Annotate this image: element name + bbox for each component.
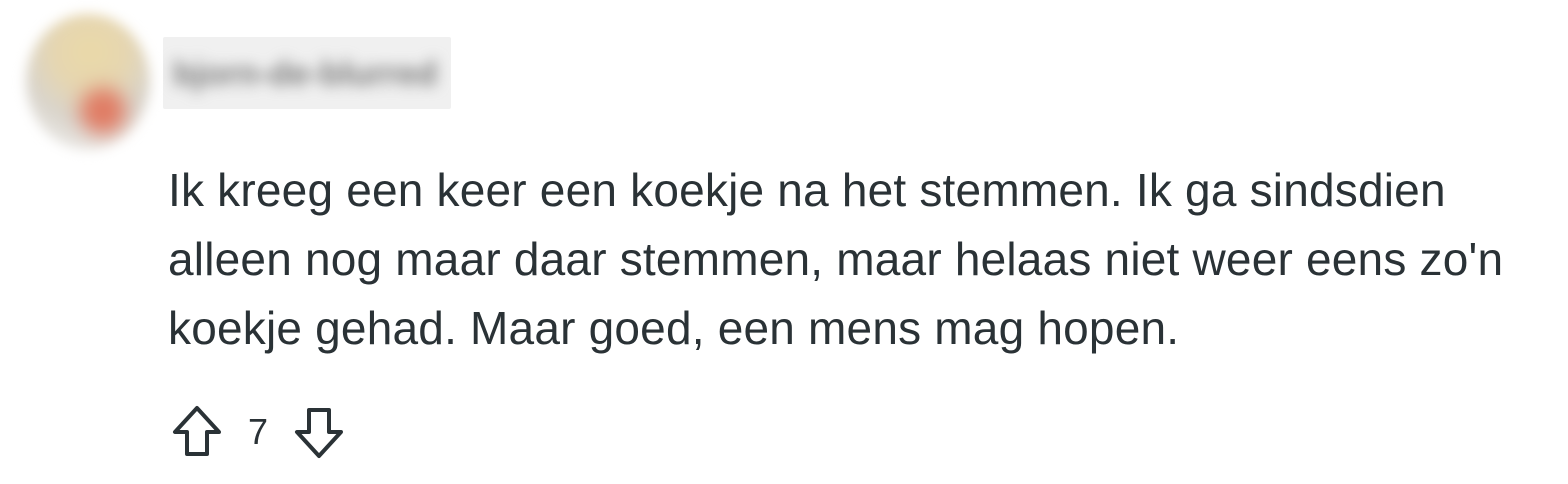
downvote-button[interactable] [290, 400, 348, 464]
comment: bjorn-de-blurred Ik kreeg een keer een k… [0, 0, 1568, 484]
arrow-up-icon [173, 406, 221, 456]
vote-count: 7 [248, 411, 269, 452]
upvote-button[interactable] [168, 400, 226, 464]
vote-bar: 7 [168, 400, 348, 464]
avatar-image-detail [80, 88, 126, 134]
comment-body: Ik kreeg een keer een koekje na het stem… [168, 164, 1504, 354]
username-label[interactable]: bjorn-de-blurred [173, 55, 437, 94]
avatar[interactable] [26, 14, 150, 150]
arrow-down-icon [295, 408, 344, 458]
username[interactable]: bjorn-de-blurred [163, 37, 451, 109]
